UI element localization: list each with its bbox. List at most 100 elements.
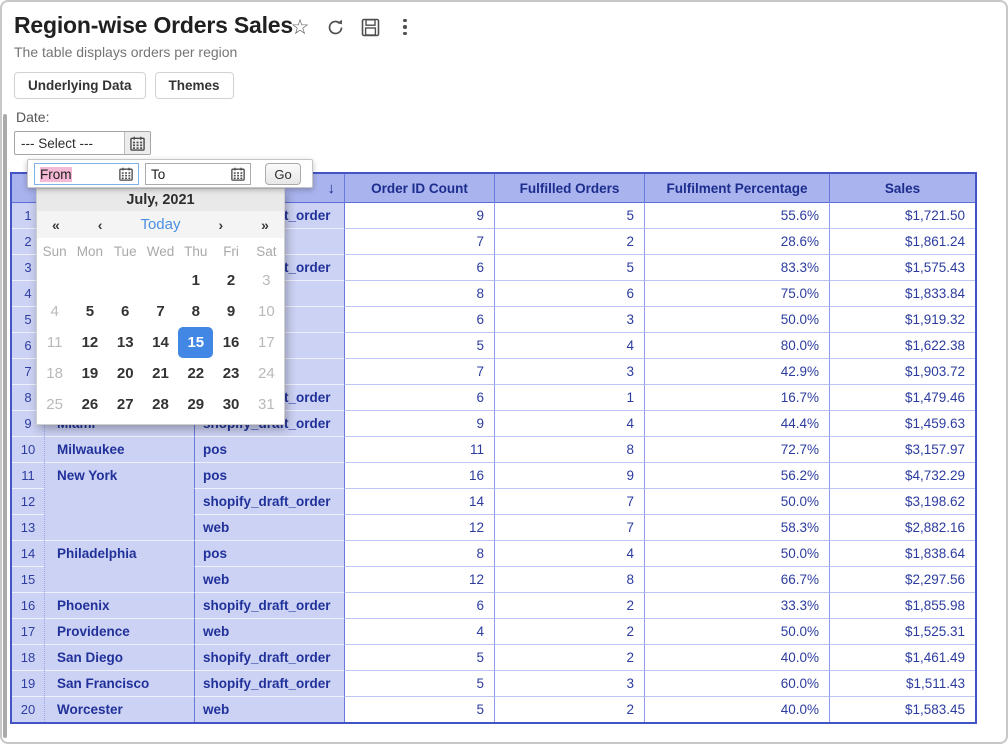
order-count-cell[interactable]: 5 xyxy=(344,670,494,696)
from-date-input[interactable]: From xyxy=(34,163,139,185)
sales-cell[interactable]: $1,919.32 xyxy=(829,306,975,332)
pct-cell[interactable]: 50.0% xyxy=(644,306,829,332)
fulfilled-cell[interactable]: 2 xyxy=(494,228,644,254)
order-count-cell[interactable]: 6 xyxy=(344,384,494,410)
order-count-cell[interactable]: 12 xyxy=(344,514,494,540)
fulfilled-cell[interactable]: 7 xyxy=(494,514,644,540)
to-calendar-icon[interactable] xyxy=(226,167,250,181)
calendar-day[interactable]: 7 xyxy=(143,296,178,327)
go-button[interactable]: Go xyxy=(265,163,301,185)
channel-cell[interactable]: shopify_draft_order xyxy=(194,644,344,670)
sales-cell[interactable]: $1,525.31 xyxy=(829,618,975,644)
pct-cell[interactable]: 55.6% xyxy=(644,202,829,228)
calendar-day[interactable]: 27 xyxy=(108,389,143,420)
pct-cell[interactable]: 60.0% xyxy=(644,670,829,696)
order-count-cell[interactable]: 5 xyxy=(344,332,494,358)
sales-cell[interactable]: $1,622.38 xyxy=(829,332,975,358)
sales-cell[interactable]: $1,833.84 xyxy=(829,280,975,306)
pct-cell[interactable]: 72.7% xyxy=(644,436,829,462)
calendar-day[interactable]: 16 xyxy=(213,327,248,358)
fulfilled-cell[interactable]: 2 xyxy=(494,618,644,644)
sales-cell[interactable]: $1,459.63 xyxy=(829,410,975,436)
fulfilled-cell[interactable]: 6 xyxy=(494,280,644,306)
channel-cell[interactable]: shopify_draft_order xyxy=(194,670,344,696)
channel-cell[interactable]: shopify_draft_order xyxy=(194,592,344,618)
city-cell[interactable]: New York xyxy=(44,462,194,540)
city-cell[interactable]: Philadelphia xyxy=(44,540,194,592)
calendar-day[interactable]: 12 xyxy=(72,327,107,358)
sales-cell[interactable]: $1,721.50 xyxy=(829,202,975,228)
order-count-cell[interactable]: 5 xyxy=(344,644,494,670)
pct-cell[interactable]: 83.3% xyxy=(644,254,829,280)
calendar-day[interactable]: 14 xyxy=(143,327,178,358)
channel-cell[interactable]: web xyxy=(194,514,344,540)
order-count-cell[interactable]: 7 xyxy=(344,358,494,384)
fulfilled-cell[interactable]: 1 xyxy=(494,384,644,410)
calendar-day[interactable]: 31 xyxy=(249,389,284,420)
order-count-cell[interactable]: 6 xyxy=(344,592,494,618)
calendar-day[interactable]: 23 xyxy=(213,358,248,389)
pct-cell[interactable]: 50.0% xyxy=(644,618,829,644)
calendar-day[interactable]: 1 xyxy=(178,265,213,296)
fulfilled-cell[interactable]: 5 xyxy=(494,202,644,228)
order-count-cell[interactable]: 9 xyxy=(344,202,494,228)
sales-cell[interactable]: $3,198.62 xyxy=(829,488,975,514)
fulfilled-cell[interactable]: 2 xyxy=(494,592,644,618)
city-cell[interactable]: Worcester xyxy=(44,696,194,722)
channel-cell[interactable]: shopify_draft_order xyxy=(194,488,344,514)
pct-cell[interactable]: 58.3% xyxy=(644,514,829,540)
left-scrollbar[interactable] xyxy=(3,114,7,738)
pct-cell[interactable]: 28.6% xyxy=(644,228,829,254)
order-count-cell[interactable]: 6 xyxy=(344,254,494,280)
order-count-cell[interactable]: 12 xyxy=(344,566,494,592)
channel-cell[interactable]: web xyxy=(194,566,344,592)
today-button[interactable]: Today xyxy=(140,216,180,233)
calendar-day[interactable]: 11 xyxy=(37,327,72,358)
sales-cell[interactable]: $1,479.46 xyxy=(829,384,975,410)
order-count-cell[interactable]: 8 xyxy=(344,280,494,306)
order-count-cell[interactable]: 5 xyxy=(344,696,494,722)
channel-cell[interactable]: pos xyxy=(194,540,344,566)
city-cell[interactable]: Providence xyxy=(44,618,194,644)
order-count-cell[interactable]: 4 xyxy=(344,618,494,644)
fulfilment-percentage-header[interactable]: Fulfilment Percentage xyxy=(644,174,829,202)
more-options-icon[interactable] xyxy=(394,16,416,38)
fulfilled-cell[interactable]: 8 xyxy=(494,566,644,592)
calendar-day[interactable]: 9 xyxy=(213,296,248,327)
order-count-cell[interactable]: 6 xyxy=(344,306,494,332)
order-count-cell[interactable]: 9 xyxy=(344,410,494,436)
fulfilled-cell[interactable]: 7 xyxy=(494,488,644,514)
favorite-star-icon[interactable]: ☆ xyxy=(289,16,311,38)
calendar-day[interactable]: 28 xyxy=(143,389,178,420)
pct-cell[interactable]: 75.0% xyxy=(644,280,829,306)
calendar-day[interactable]: 21 xyxy=(143,358,178,389)
sales-cell[interactable]: $1,575.43 xyxy=(829,254,975,280)
fulfilled-cell[interactable]: 3 xyxy=(494,670,644,696)
calendar-day[interactable]: 30 xyxy=(213,389,248,420)
next-year-icon[interactable]: » xyxy=(261,217,269,233)
channel-cell[interactable]: pos xyxy=(194,436,344,462)
date-select[interactable]: --- Select --- xyxy=(14,131,151,155)
pct-cell[interactable]: 44.4% xyxy=(644,410,829,436)
calendar-day[interactable]: 25 xyxy=(37,389,72,420)
order-count-cell[interactable]: 14 xyxy=(344,488,494,514)
calendar-day[interactable]: 2 xyxy=(213,265,248,296)
fulfilled-cell[interactable]: 2 xyxy=(494,644,644,670)
calendar-day[interactable]: 19 xyxy=(72,358,107,389)
order-count-cell[interactable]: 11 xyxy=(344,436,494,462)
channel-cell[interactable]: web xyxy=(194,696,344,722)
calendar-day[interactable]: 17 xyxy=(249,327,284,358)
order-id-count-header[interactable]: Order ID Count xyxy=(344,174,494,202)
order-count-cell[interactable]: 8 xyxy=(344,540,494,566)
order-count-cell[interactable]: 7 xyxy=(344,228,494,254)
calendar-day[interactable]: 8 xyxy=(178,296,213,327)
calendar-day[interactable]: 10 xyxy=(249,296,284,327)
sales-cell[interactable]: $1,838.64 xyxy=(829,540,975,566)
calendar-day-selected[interactable]: 15 xyxy=(178,327,213,358)
sales-cell[interactable]: $1,903.72 xyxy=(829,358,975,384)
prev-year-icon[interactable]: « xyxy=(52,217,60,233)
pct-cell[interactable]: 40.0% xyxy=(644,644,829,670)
sales-cell[interactable]: $1,511.43 xyxy=(829,670,975,696)
fulfilled-cell[interactable]: 8 xyxy=(494,436,644,462)
to-date-input[interactable]: To xyxy=(145,163,251,185)
